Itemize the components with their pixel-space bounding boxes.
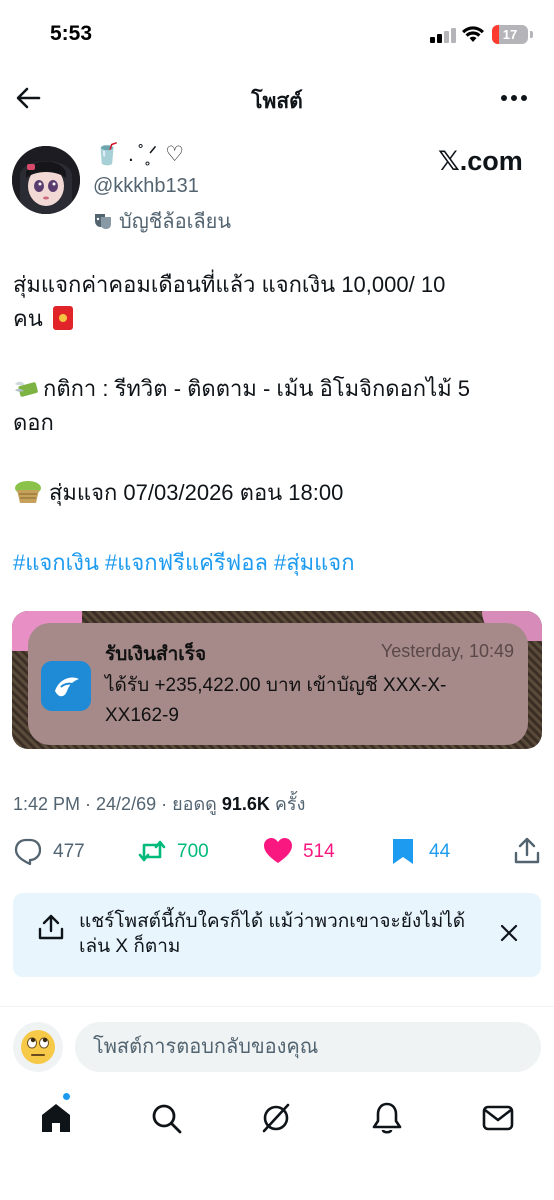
reply-input[interactable]: โพสต์การตอบกลับของคุณ <box>75 1022 541 1072</box>
post-line: กติกา : รีทวิต - ติดตาม - เม้น อิโมจิกดอ… <box>43 376 471 401</box>
status-bar: 5:53 17 <box>0 0 554 70</box>
money-with-wings-icon <box>15 381 38 397</box>
post-line: สุ่มแจกค่าคอมเดือนที่แล้ว แจกเงิน 10,000… <box>13 272 446 297</box>
repost-count: 700 <box>177 841 209 862</box>
home-notification-dot <box>62 1092 71 1101</box>
author-avatar[interactable] <box>12 146 80 214</box>
hashtag-link[interactable]: #แจกเงิน <box>13 550 99 575</box>
views-suffix: ครั้ง <box>269 794 306 814</box>
post-media-image[interactable]: รับเงินสำเร็จ Yesterday, 10:49 ได้รับ +2… <box>12 611 542 749</box>
bank-notification-card: รับเงินสำเร็จ Yesterday, 10:49 ได้รับ +2… <box>28 623 528 745</box>
eye-roll-face-icon <box>21 1030 55 1064</box>
post-line-with-emoji: สุ่มแจก 07/03/2026 ตอน 18:00 <box>13 476 541 510</box>
hashtag-link[interactable]: #สุ่มแจก <box>274 550 355 575</box>
battery-level: 17 <box>502 27 518 42</box>
theater-masks-icon <box>95 214 111 229</box>
time-date: 1:42 PM · 24/2/69 · ยอดดู <box>13 794 222 814</box>
bookmark-count: 44 <box>429 841 451 862</box>
divider <box>0 1006 554 1007</box>
hashtags: #แจกเงิน #แจกฟรีแค่รีฟอล #สุ่มแจก <box>13 545 361 580</box>
reply-icon <box>14 838 42 866</box>
author-display-name[interactable]: 🥤 . ̊ ̥ᐟ ♡ <box>94 142 185 167</box>
share-icon <box>38 914 64 940</box>
notification-body: ได้รับ +235,422.00 บาท เข้าบัญชี XXX-X-X… <box>105 675 447 726</box>
repost-button[interactable]: 700 <box>137 836 227 866</box>
bookmark-button[interactable]: 44 <box>389 836 469 866</box>
bookmark-icon <box>393 839 413 864</box>
share-button[interactable] <box>512 836 542 866</box>
cellular-signal-icon <box>430 27 456 43</box>
battery-icon: 17 <box>492 25 528 44</box>
notification-title: รับเงินสำเร็จ <box>105 644 207 665</box>
more-options-icon[interactable] <box>496 84 532 112</box>
plant-basket-icon <box>15 481 41 503</box>
share-prompt-text: แชร์โพสต์นี้กับใครก็ได้ แม้ว่าพวกเขาจะยั… <box>79 911 466 957</box>
heart-icon <box>264 838 292 863</box>
post-line-with-emoji: คน <box>13 302 541 336</box>
bottom-navigation <box>0 1090 554 1146</box>
battery-nub <box>530 31 533 38</box>
notifications-icon[interactable] <box>367 1098 407 1138</box>
doll-avatar-image <box>12 146 80 214</box>
grok-icon[interactable] <box>256 1098 296 1138</box>
post-line: สุ่มแจก 07/03/2026 ตอน 18:00 <box>49 480 344 505</box>
like-button[interactable]: 514 <box>263 836 353 866</box>
post-actions: 477 700 514 44 <box>0 832 554 872</box>
bank-app-icon <box>41 661 91 711</box>
post-line-with-emoji: กติกา : รีทวิต - ติดตาม - เม้น อิโมจิกดอ… <box>13 372 541 406</box>
wifi-icon <box>462 26 484 42</box>
post-header: โพสต์ <box>0 72 554 124</box>
reply-button[interactable]: 477 <box>13 836 93 866</box>
post-timestamp: 1:42 PM · 24/2/69 · ยอดดู 91.6K ครั้ง <box>13 789 305 818</box>
post-line: ดอก <box>13 410 54 435</box>
notification-time: Yesterday, 10:49 <box>380 641 514 661</box>
author-handle[interactable]: @kkkhb131 <box>93 175 199 198</box>
messages-icon[interactable] <box>478 1098 518 1138</box>
home-icon[interactable] <box>36 1098 76 1138</box>
red-envelope-icon <box>52 306 73 330</box>
view-count[interactable]: 91.6K <box>222 794 270 814</box>
status-time: 5:53 <box>50 22 93 45</box>
search-icon[interactable] <box>146 1098 186 1138</box>
post-line: คน <box>13 306 43 331</box>
reply-count: 477 <box>53 841 85 862</box>
page-title: โพสต์ <box>251 90 303 113</box>
share-icon <box>514 837 540 864</box>
repost-icon <box>138 840 166 862</box>
like-count: 514 <box>303 841 335 862</box>
share-prompt-banner[interactable]: แชร์โพสต์นี้กับใครก็ได้ แม้ว่าพวกเขาจะยั… <box>13 893 541 977</box>
x-com-badge: 𝕏.com <box>438 146 523 176</box>
close-icon[interactable] <box>497 921 521 945</box>
user-avatar[interactable] <box>13 1022 63 1072</box>
parody-label-text: บัญชีล้อเลียน <box>119 211 232 233</box>
post-body: สุ่มแจกค่าคอมเดือนที่แล้ว แจกเงิน 10,000… <box>13 268 541 510</box>
parody-account-label: บัญชีล้อเลียน <box>93 205 231 237</box>
hashtag-link[interactable]: #แจกฟรีแค่รีฟอล <box>105 550 268 575</box>
